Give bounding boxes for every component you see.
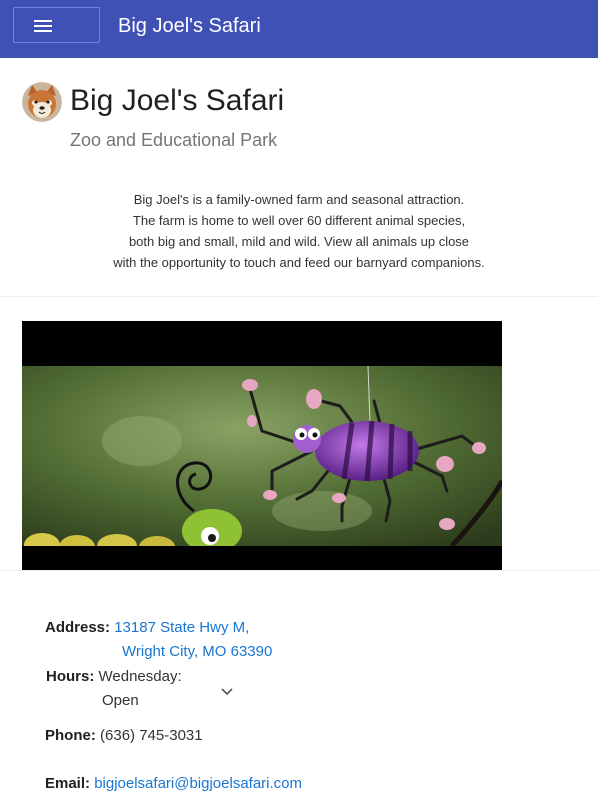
phone-row: Phone: (636) 745-3031 xyxy=(45,727,203,744)
page-subtitle: Zoo and Educational Park xyxy=(70,130,278,150)
description-line: Big Joel's is a family-owned farm and se… xyxy=(133,192,465,207)
page-title: Big Joel's Safari xyxy=(70,84,285,117)
email-link[interactable]: bigjoelsafari@bigjoelsafari.com xyxy=(94,775,302,792)
chevron-down-icon[interactable] xyxy=(219,684,235,700)
description-line: with the opportunity to touch and feed o… xyxy=(113,255,485,270)
shiba-dog-avatar-icon xyxy=(22,82,62,122)
description-line: both big and small, mild and wild. View … xyxy=(128,234,470,249)
address-label: Address: xyxy=(45,619,111,636)
hours-label: Hours: xyxy=(46,668,95,685)
app-bar: Big Joel's Safari xyxy=(0,0,598,58)
address-link-line1[interactable]: 13187 State Hwy M, xyxy=(114,619,249,636)
description-line: The farm is home to well over 60 differe… xyxy=(132,213,466,228)
divider xyxy=(0,570,598,571)
avatar xyxy=(22,82,62,122)
address-link-line2[interactable]: Wright City, MO 63390 xyxy=(122,643,272,660)
email-label: Email: xyxy=(45,775,91,792)
phone-number: (636) 745-3031 xyxy=(100,727,203,744)
hamburger-menu-icon xyxy=(34,20,52,32)
phone-label: Phone: xyxy=(45,727,96,744)
divider xyxy=(0,296,598,297)
address-row: Address: 13187 State Hwy M, xyxy=(45,619,249,636)
video-player[interactable] xyxy=(22,321,502,570)
email-row: Email: bigjoelsafari@bigjoelsafari.com xyxy=(45,775,302,792)
description: Big Joel's is a family-owned farm and se… xyxy=(60,189,538,273)
hours-status: Open xyxy=(102,692,139,709)
address-row-2: Wright City, MO 63390 xyxy=(122,643,272,660)
app-bar-title: Big Joel's Safari xyxy=(118,15,261,37)
menu-button[interactable] xyxy=(13,7,100,43)
hours-row: Hours: Wednesday: xyxy=(46,668,182,685)
hours-day: Wednesday: xyxy=(98,668,182,685)
hours-status-row: Open xyxy=(102,692,139,709)
video-frame xyxy=(22,321,502,570)
